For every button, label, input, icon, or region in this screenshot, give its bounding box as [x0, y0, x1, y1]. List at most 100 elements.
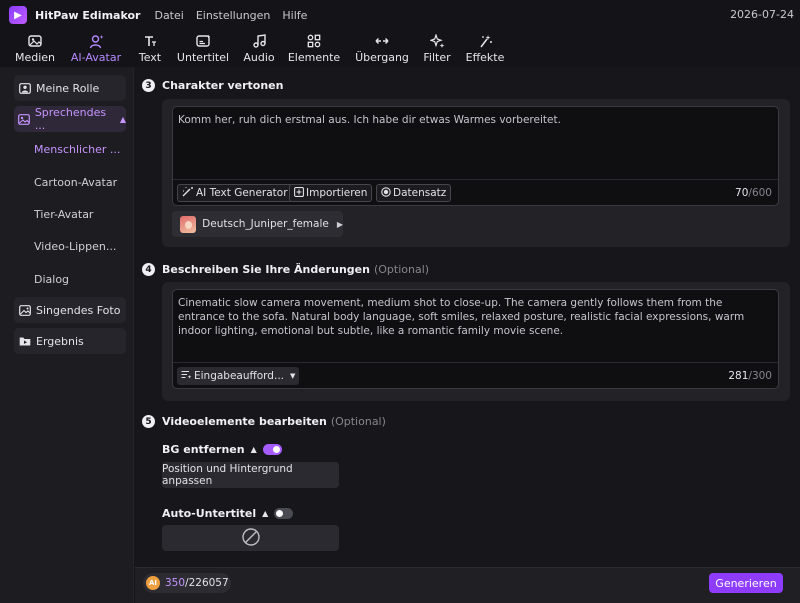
tool-label: Text [138, 51, 162, 64]
optional-label: (Optional) [330, 415, 386, 428]
auto-subtitle-toggle[interactable] [274, 508, 294, 519]
section-5-title: 5 Videoelemente bearbeiten (Optional) [142, 415, 386, 428]
tool-effekte[interactable]: Effekte [464, 30, 506, 67]
sidebar-subitem-tier-avatar[interactable]: Tier-Avatar [34, 208, 93, 221]
import-button[interactable]: Importieren [289, 184, 373, 202]
prompt-select[interactable]: Eingabeaufford... ▼ [177, 367, 300, 385]
chevron-up-icon[interactable]: ▲ [262, 509, 268, 518]
transition-icon [374, 33, 390, 49]
sidebar-item-label: Singendes Foto [36, 303, 121, 317]
prompt-list-icon [181, 370, 192, 383]
char-counter: 281/300 [728, 370, 772, 382]
tool-uebergang[interactable]: Übergang [354, 30, 410, 67]
adjust-position-background-button[interactable]: Position und Hintergrund anpassen [162, 462, 339, 488]
sidebar: Meine Rolle Sprechendes ... ▲ Menschlich… [0, 67, 134, 603]
bg-remove-toggle[interactable] [262, 444, 282, 455]
tool-label: Effekte [465, 51, 505, 64]
ai-avatar-icon [88, 33, 104, 49]
subtitle-style-none-button[interactable] [162, 525, 339, 551]
tool-filter[interactable]: Filter [422, 30, 452, 67]
play-triangle-icon: ▶ [336, 219, 343, 229]
sidebar-subitem-dialog[interactable]: Dialog [34, 273, 69, 286]
toggle-knob [276, 510, 284, 517]
sidebar-item-label: Sprechendes ... [34, 106, 107, 132]
user-card-icon [18, 81, 32, 95]
sidebar-item-label: Ergebnis [36, 334, 84, 348]
sidebar-item-singendes-foto[interactable]: Singendes Foto [14, 297, 126, 323]
chevron-up-icon: ▲ [119, 114, 126, 124]
auto-subtitle-label: Auto-Untertitel [162, 507, 257, 520]
section-3-title: 3 Charakter vertonen [142, 79, 283, 92]
voice-selector[interactable]: Deutsch_Juniper_female ▶ [172, 211, 343, 237]
auto-subtitle-row: Auto-Untertitel ▲ [162, 507, 294, 520]
ai-text-generator-button[interactable]: AI Text Generator [177, 184, 293, 202]
tool-label: Audio [243, 51, 275, 64]
subtitle-icon [195, 33, 211, 49]
sidebar-subitem-cartoon-avatar[interactable]: Cartoon-Avatar [34, 176, 117, 189]
description-textbox-footer: Eingabeaufford... ▼ 281/300 [173, 362, 778, 388]
menu-einstellungen[interactable]: Einstellungen [196, 9, 271, 22]
audio-icon [251, 33, 267, 49]
tool-untertitel[interactable]: Untertitel [176, 30, 230, 67]
tool-audio[interactable]: Audio [242, 30, 276, 67]
menu-bar: Datei Einstellungen Hilfe [154, 9, 319, 22]
prompt-select-label: Eingabeaufford... [194, 370, 284, 382]
step-badge: 3 [142, 79, 155, 92]
section-3-card: Komm her, ruh dich erstmal aus. Ich habe… [162, 99, 790, 247]
description-text[interactable]: Cinematic slow camera movement, medium s… [178, 296, 770, 338]
step-badge: 4 [142, 263, 155, 276]
tool-text[interactable]: Text [136, 30, 164, 67]
sidebar-item-sprechendes[interactable]: Sprechendes ... ▲ [14, 106, 126, 132]
script-textbox[interactable]: Komm her, ruh dich erstmal aus. Ich habe… [172, 106, 779, 206]
tool-medien[interactable]: Medien [12, 30, 58, 67]
sidebar-subitem-menschlicher[interactable]: Menschlicher ... [34, 143, 120, 156]
chevron-up-icon[interactable]: ▲ [251, 445, 257, 454]
credits-total: /226057 [185, 577, 229, 589]
text-icon [142, 33, 158, 49]
elements-icon [306, 33, 322, 49]
sidebar-item-meine-rolle[interactable]: Meine Rolle [14, 75, 126, 101]
optional-label: (Optional) [373, 263, 430, 276]
magic-wand-icon [182, 186, 194, 200]
record-icon [381, 186, 391, 200]
talking-photo-icon [18, 112, 31, 126]
section-4-title: 4 Beschreiben Sie Ihre Änderungen (Optio… [142, 263, 429, 276]
credits-used: 350 [165, 577, 186, 589]
date-label: 2026-07-24 [730, 8, 794, 21]
app-logo-icon: ▶ [9, 6, 27, 24]
tool-ai-avatar[interactable]: AI-Avatar [68, 30, 124, 67]
sidebar-item-label: Meine Rolle [36, 81, 100, 95]
chip-label: Importieren [306, 187, 368, 199]
sidebar-item-ergebnis[interactable]: Ergebnis [14, 328, 126, 354]
description-textbox[interactable]: Cinematic slow camera movement, medium s… [172, 289, 779, 389]
dataset-button[interactable]: Datensatz [376, 184, 452, 202]
section-title-text: Videoelemente bearbeiten [162, 415, 327, 428]
menu-datei[interactable]: Datei [154, 9, 183, 22]
credits-badge: AI 350 /226057 [143, 573, 231, 593]
ai-coin-icon: AI [146, 576, 160, 590]
section-title-text: Beschreiben Sie Ihre Änderungen [162, 263, 370, 276]
folder-play-icon [18, 334, 32, 348]
tool-label: Filter [423, 51, 451, 64]
generate-button[interactable]: Generieren [709, 573, 783, 593]
tool-label: Übergang [355, 51, 409, 64]
sidebar-subitem-video-lippen[interactable]: Video-Lippen... [34, 240, 116, 253]
script-text[interactable]: Komm her, ruh dich erstmal aus. Ich habe… [178, 113, 770, 127]
chip-label: AI Text Generator [196, 187, 288, 199]
toggle-knob [272, 446, 280, 453]
filter-icon [429, 33, 445, 49]
title-bar: ▶ HitPaw Edimakor Datei Einstellungen Hi… [0, 0, 800, 30]
tool-elemente[interactable]: Elemente [288, 30, 340, 67]
effects-icon [477, 33, 493, 49]
script-textbox-footer: AI Text Generator Importieren Datensatz … [173, 179, 778, 205]
menu-hilfe[interactable]: Hilfe [282, 9, 307, 22]
chip-label: Datensatz [393, 187, 447, 199]
section-4-card: Cinematic slow camera movement, medium s… [162, 282, 790, 401]
tool-label: AI-Avatar [70, 51, 122, 64]
app-name: HitPaw Edimakor [35, 8, 141, 22]
plus-square-icon [294, 186, 304, 200]
tool-label: Medien [14, 51, 56, 64]
voice-avatar [180, 215, 197, 233]
step-badge: 5 [142, 415, 155, 428]
prohibited-icon [241, 527, 261, 550]
